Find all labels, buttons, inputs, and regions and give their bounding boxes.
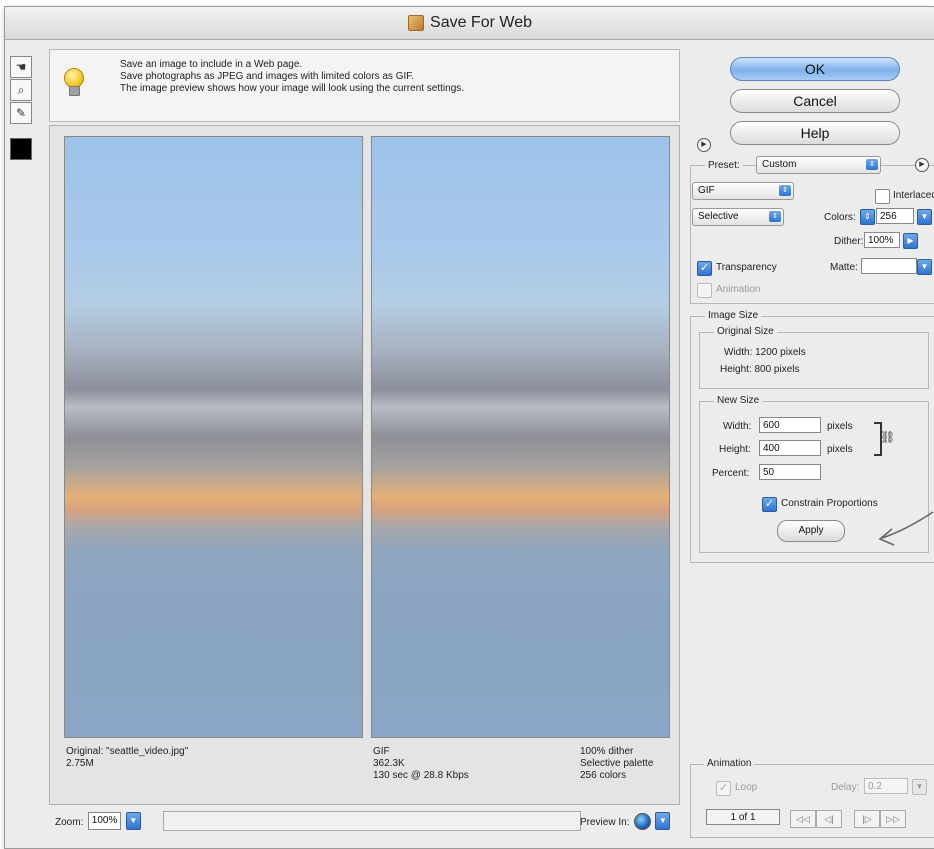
constrain-proportions-checkbox[interactable]: ✓ xyxy=(762,497,777,512)
next-frame-icon[interactable]: |▷ xyxy=(854,810,880,828)
cancel-button[interactable]: Cancel xyxy=(730,89,900,113)
info-line-1: Save an image to include in a Web page. xyxy=(120,59,303,70)
original-size: 2.75M xyxy=(66,758,94,769)
settings-menu-arrow-icon[interactable]: ▶ xyxy=(915,158,929,172)
animation-label: Animation xyxy=(716,284,761,295)
browser-globe-icon[interactable] xyxy=(633,812,651,830)
zoom-dropdown-arrow-icon[interactable]: ▼ xyxy=(125,812,141,830)
optimized-caption-left: GIF 362.3K 130 sec @ 28.8 Kbps xyxy=(373,746,469,782)
info-line-2: Save photographs as JPEG and images with… xyxy=(120,71,415,82)
status-field xyxy=(163,811,581,831)
original-height: Height: 800 pixels xyxy=(720,364,800,375)
new-width-field[interactable]: 600 xyxy=(759,417,821,433)
info-text: Save an image to include in a Web page. … xyxy=(120,59,464,95)
colors-label: Colors: xyxy=(824,212,856,223)
zoom-label: Zoom: xyxy=(55,817,84,829)
original-size-group xyxy=(699,332,929,389)
info-line-3: The image preview shows how your image w… xyxy=(120,83,465,94)
loop-label: Loop xyxy=(735,782,758,793)
dither-label: Dither: xyxy=(834,236,864,247)
colors-stepper-icon[interactable]: ⇕ xyxy=(860,209,875,225)
original-filename: Original: "seattle_video.jpg" xyxy=(66,746,189,757)
original-preview-image[interactable] xyxy=(64,136,363,738)
percent-field[interactable]: 50 xyxy=(759,464,821,480)
dither-field[interactable]: 100% xyxy=(864,232,900,248)
optimized-download-time: 130 sec @ 28.8 Kbps xyxy=(373,770,469,781)
original-size-title: Original Size xyxy=(714,326,777,337)
format-select[interactable]: GIF ⇕ xyxy=(692,182,794,200)
optimized-palette: Selective palette xyxy=(580,758,654,769)
zoom-field[interactable]: 100% xyxy=(87,812,122,830)
zoom-bar: Zoom: 100% ▼ Preview In: ▼ xyxy=(49,805,678,837)
preset-select[interactable]: Custom ⇕ xyxy=(756,156,881,174)
interlaced-label: Interlaced xyxy=(893,190,934,201)
preset-updown-icon: ⇕ xyxy=(866,159,878,170)
new-height-label: Height: xyxy=(719,444,751,455)
frame-counter: 1 of 1 xyxy=(706,809,780,825)
optimize-menu-arrow-icon[interactable]: ▶ xyxy=(697,138,711,152)
reduction-value: Selective xyxy=(698,211,739,222)
first-frame-icon[interactable]: ◁◁ xyxy=(790,810,816,828)
new-size-title: New Size xyxy=(714,395,763,406)
optimized-format: GIF xyxy=(373,746,390,757)
delay-dropdown-arrow-icon[interactable]: ▼ xyxy=(912,779,927,795)
format-updown-icon: ⇕ xyxy=(779,185,791,196)
apply-button[interactable]: Apply xyxy=(777,520,845,542)
preview-area: Original: "seattle_video.jpg" 2.75M GIF … xyxy=(49,125,680,805)
chain-link-icon: ⛓ xyxy=(880,430,896,444)
new-height-field[interactable]: 400 xyxy=(759,440,821,456)
animation-checkbox[interactable] xyxy=(697,283,712,298)
optimized-filesize: 362.3K xyxy=(373,758,405,769)
percent-label: Percent: xyxy=(712,468,750,479)
format-value: GIF xyxy=(698,185,715,196)
lightbulb-icon xyxy=(64,68,84,88)
image-size-title: Image Size xyxy=(705,310,762,321)
optimized-dither: 100% dither xyxy=(580,746,634,757)
original-caption: Original: "seattle_video.jpg" 2.75M xyxy=(66,746,188,770)
constrain-proportions-label: Constrain Proportions xyxy=(781,498,878,509)
interlaced-checkbox[interactable] xyxy=(875,189,890,204)
title-bar: Save For Web xyxy=(5,7,934,40)
last-frame-icon[interactable]: ▷▷ xyxy=(880,810,906,828)
eyedropper-tool-icon[interactable]: ✎ xyxy=(10,102,32,124)
color-swatch[interactable] xyxy=(10,138,32,160)
preset-label: Preset: xyxy=(705,160,743,171)
colors-field[interactable]: 256 xyxy=(876,208,914,224)
height-units-label: pixels xyxy=(827,444,853,455)
zoom-tool-icon[interactable]: ⌕ xyxy=(10,79,32,101)
annotation-arrow xyxy=(878,511,934,546)
photoshop-document-icon xyxy=(408,15,425,31)
dither-arrow-icon[interactable]: ▶ xyxy=(903,233,918,249)
reduction-select[interactable]: Selective ⇕ xyxy=(692,208,784,226)
colors-dropdown-arrow-icon[interactable]: ▼ xyxy=(917,209,932,225)
optimized-caption-right: 100% dither Selective palette 256 colors xyxy=(580,746,653,782)
new-width-label: Width: xyxy=(723,421,752,432)
help-button[interactable]: Help xyxy=(730,121,900,145)
lightbulb-base xyxy=(69,86,80,96)
transparency-label: Transparency xyxy=(716,262,777,273)
ok-button[interactable]: OK xyxy=(730,57,900,81)
preset-value: Custom xyxy=(762,159,797,170)
preview-in-label: Preview In: xyxy=(580,817,630,829)
matte-field[interactable] xyxy=(861,258,917,274)
matte-dropdown-arrow-icon[interactable]: ▼ xyxy=(917,259,932,275)
width-units-label: pixels xyxy=(827,421,853,432)
loop-checkbox[interactable]: ✓ xyxy=(716,781,731,796)
info-box: Save an image to include in a Web page. … xyxy=(49,49,680,122)
animation-panel-title: Animation xyxy=(704,758,755,769)
previous-frame-icon[interactable]: ◁| xyxy=(816,810,842,828)
tool-strip: ☚ ⌕ ✎ xyxy=(10,56,32,160)
original-width: Width: 1200 pixels xyxy=(724,347,806,358)
hand-tool-icon[interactable]: ☚ xyxy=(10,56,32,78)
preview-in-dropdown-arrow-icon[interactable]: ▼ xyxy=(655,812,671,830)
window-title: Save For Web xyxy=(430,14,532,31)
transparency-checkbox[interactable]: ✓ xyxy=(697,261,712,276)
reduction-updown-icon: ⇕ xyxy=(769,211,781,222)
optimized-preview-image[interactable] xyxy=(371,136,670,738)
delay-field[interactable]: 0.2 xyxy=(864,778,908,794)
matte-label: Matte: xyxy=(830,262,858,273)
optimized-colors: 256 colors xyxy=(580,770,627,781)
delay-label: Delay: xyxy=(831,782,860,793)
